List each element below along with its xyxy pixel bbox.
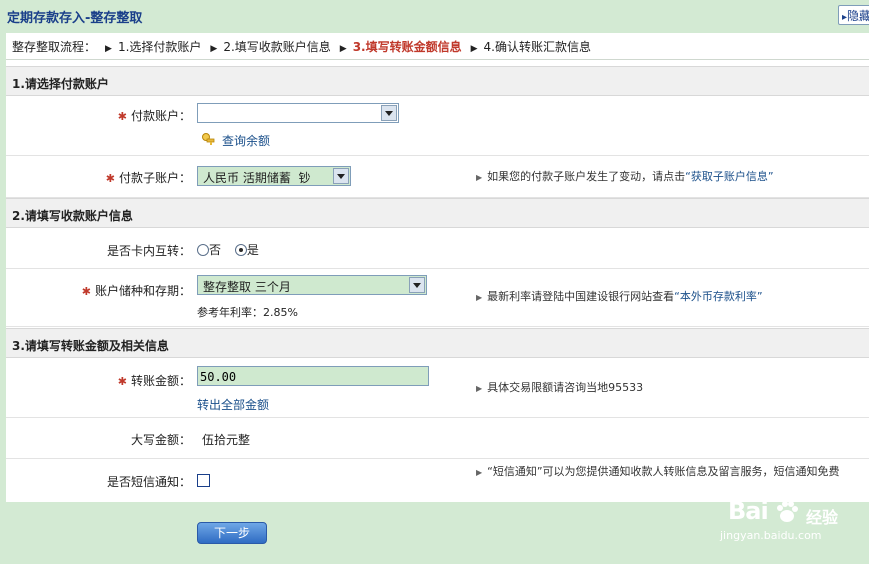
uppercase-amount-value: 伍拾元整 [202,433,251,447]
required-star-icon: ✱ [105,172,115,185]
deposit-type-label: ✱ 账户储种和存期： [81,284,191,298]
sms-checkbox[interactable] [197,474,210,487]
triangle-right-icon: ▶ [476,173,483,182]
hide-button[interactable]: ▸隐藏 [838,5,869,25]
uppercase-amount-label: 大写金额： [130,433,191,447]
amount-row: ✱转账金额： 转出全部金额 ▶具体交易限额请咨询当地95533 [6,359,869,418]
section-2-header: 2.请填写收款账户信息 [6,198,869,228]
sms-label: 是否短信通知： [106,475,191,489]
required-star-icon: ✱ [117,375,127,388]
step-3-active: 3.填写转账金额信息 [352,40,462,54]
step-1: 1.选择付款账户 [117,40,202,54]
sms-row: 是否短信通知： ▶ “短信通知”可以为您提供通知收款人转账信息及留言服务，短信通知… [6,459,869,502]
required-star-icon: ✱ [81,285,91,298]
next-step-button[interactable]: 下一步 [197,522,267,544]
triangle-right-icon: ▶ [105,44,112,54]
sms-hint: ▶ “短信通知”可以为您提供通知收款人转账信息及留言服务，短信通知免费 [476,465,840,478]
hide-button-label: 隐藏 [847,9,869,23]
sub-account-label: ✱ 付款子账户： [105,171,191,185]
required-star-icon: ✱ [117,110,127,123]
triangle-right-icon: ▶ [476,293,483,302]
intra-card-options: 否 是 [197,241,259,258]
baidu-watermark-logo: Bai 经验 jingyan.baidu.com [720,497,839,542]
radio-yes[interactable] [234,244,247,256]
amount-hint: ▶ 具体交易限额请咨询当地95533 [476,381,644,394]
form-panel: 整存整取流程： ▶ 1.选择付款账户 ▶ 2.填写收款账户信息 ▶ 3.填写转账金额信息 ▶ 4… [6,33,869,502]
uppercase-amount-row: 大写金额： 伍拾元整 [6,418,869,459]
paw-icon [777,501,798,522]
triangle-right-icon: ▶ [210,44,218,54]
radio-yes-label: 是 [246,243,259,257]
query-balance-link[interactable]: 查询余额 [222,132,270,149]
triangle-right-icon: ▶ [339,44,347,54]
transfer-all-link[interactable]: 转出全部金额 [197,396,269,413]
process-steps: 整存整取流程： ▶ 1.选择付款账户 ▶ 2.填写收款账户信息 ▶ 3.填写转账金额信息 ▶ 4… [6,33,869,60]
radio-no-label: 否 [209,243,222,257]
triangle-right-icon: ▶ [476,468,483,477]
chevron-down-icon[interactable] [381,105,397,121]
section-1-header: 1.请选择付款账户 [6,66,869,96]
amount-input[interactable] [197,366,429,386]
triangle-right-icon: ▶ [470,44,478,54]
rate-note: 参考年利率：2.85% [197,306,298,319]
page-title: 定期存款存入-整存整取 [7,11,143,26]
section-3-header: 3.请填写转账金额及相关信息 [6,328,869,358]
sub-account-select[interactable]: 人民币 活期储蓄 钞 [197,166,351,186]
deposit-type-select[interactable]: 整存整取 三个月 [197,275,427,295]
payer-account-select[interactable] [197,103,399,123]
payer-account-label: ✱ 付款账户： [117,109,191,123]
intra-card-row: 是否卡内互转： 否 是 [6,229,869,269]
steps-prefix: 整存整取流程： [12,40,97,54]
radio-no[interactable] [197,244,209,256]
deposit-type-row: ✱ 账户储种和存期： 整存整取 三个月 参考年利率：2.85% ▶ 最新利率请登陆中… [6,269,869,327]
step-4: 4.确认转账汇款信息 [483,40,591,54]
triangle-right-icon: ▶ [476,384,483,393]
chevron-down-icon[interactable] [333,168,349,184]
rate-hint: ▶ 最新利率请登陆中国建设银行网站查看“本外币存款利率” [476,290,763,303]
sub-account-hint: ▶ 如果您的付款子账户发生了变动，请点击“获取子账户信息” [476,170,774,183]
payer-account-row: ✱ 付款账户： 查询余额 [6,97,869,156]
sub-account-row: ✱ 付款子账户： 人民币 活期储蓄 钞 ▶ 如果您的付款子账户发生了变动，请点击“获… [6,156,869,198]
deposit-rate-link[interactable]: “本外币存款利率” [674,290,762,303]
intra-card-label: 是否卡内互转： [106,244,191,258]
search-key-icon [202,133,215,145]
get-sub-account-link[interactable]: “获取子账户信息” [685,170,773,183]
amount-label: ✱ 转账金额： [117,374,191,388]
title-bar: 定期存款存入-整存整取 ▸隐藏 [0,0,869,32]
chevron-down-icon[interactable] [409,277,425,293]
step-2: 2.填写收款账户信息 [223,40,331,54]
